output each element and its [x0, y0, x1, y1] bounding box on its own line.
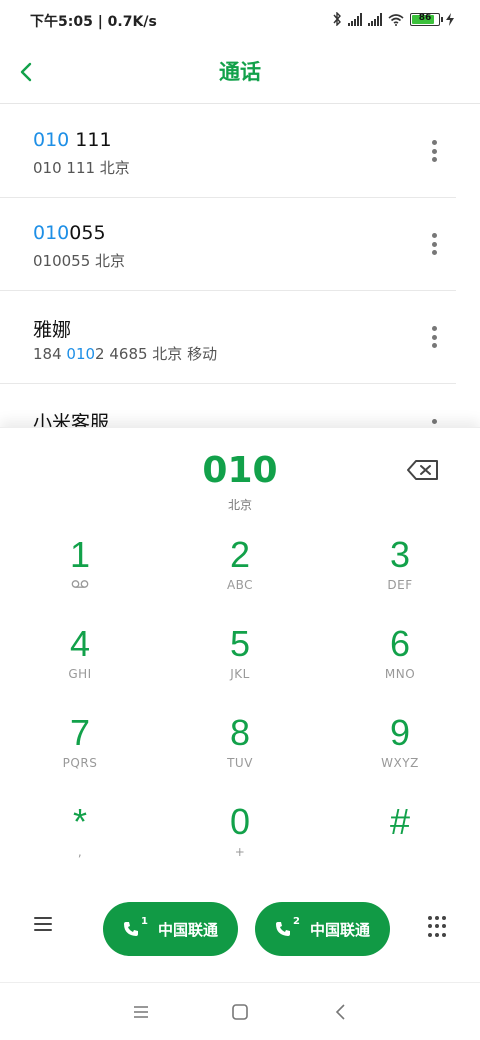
detail-rest: 2 4685 北京 移动 [95, 345, 218, 363]
detail-prefix: 184 [33, 345, 67, 363]
contact-list: 010 111 010 111 北京 010055 010055 北京 雅娜 1… [0, 105, 480, 427]
call-sim2-button[interactable]: 2 中国联通 [255, 902, 390, 956]
more-options-icon[interactable] [422, 230, 446, 258]
key-digit: 1 [69, 534, 91, 575]
key-5[interactable]: 5 JKL [180, 623, 300, 703]
key-letters: JKL [230, 667, 250, 681]
key-letters: + [234, 845, 246, 859]
name-rest: 055 [69, 222, 106, 244]
name-rest: 111 [69, 129, 112, 151]
contact-detail: 010055 北京 [33, 250, 125, 271]
menu-icon [34, 917, 52, 931]
name-rest: 雅娜 [33, 319, 72, 341]
wifi-icon [388, 13, 404, 26]
key-letters: MNO [384, 667, 416, 681]
key-digit: 0 [229, 801, 251, 842]
recents-button[interactable] [130, 1001, 152, 1023]
number-location: 北京 [227, 498, 252, 512]
backspace-button[interactable] [406, 458, 440, 482]
more-options-icon[interactable] [422, 137, 446, 165]
key-4[interactable]: 4 GHI [20, 623, 140, 703]
dialpad-toggle-icon[interactable] [428, 916, 450, 938]
key-hash[interactable]: # [340, 801, 460, 881]
call-carrier-label: 中国联通 [309, 920, 370, 939]
list-item[interactable]: 010 111 010 111 北京 [0, 105, 456, 198]
key-letters: , [77, 845, 83, 859]
detail-rest: 010 111 北京 [33, 159, 130, 177]
key-digit: 8 [229, 712, 251, 753]
key-6[interactable]: 6 MNO [340, 623, 460, 703]
sim-number: 1 [141, 915, 148, 927]
key-1[interactable]: 1 [20, 534, 140, 614]
key-letters: PQRS [62, 756, 98, 770]
key-digit: 2 [229, 534, 251, 575]
home-icon [232, 1004, 248, 1020]
status-time-speed: 下午5:05 | 0.7K/s [30, 14, 157, 30]
system-nav-bar [0, 982, 480, 1040]
key-letters: WXYZ [381, 756, 419, 770]
key-0[interactable]: 0 + [180, 801, 300, 881]
call-carrier-label: 中国联通 [157, 920, 218, 939]
more-options-icon[interactable] [422, 416, 446, 427]
contact-name: 010 111 [33, 129, 112, 151]
detail-rest: 010055 北京 [33, 252, 126, 270]
contact-detail: 010 111 北京 [33, 157, 130, 178]
detail-match: 010 [66, 345, 96, 363]
backspace-icon [407, 460, 438, 480]
key-8[interactable]: 8 TUV [180, 712, 300, 792]
status-bar: 下午5:05 | 0.7K/s 86 [0, 0, 480, 40]
back-icon [335, 1004, 345, 1020]
key-7[interactable]: 7 PQRS [20, 712, 140, 792]
page-title: 通话 [219, 60, 261, 84]
key-digit: * [72, 801, 87, 842]
name-match: 010 [33, 129, 70, 151]
list-item[interactable]: 小米客服 [0, 384, 456, 427]
key-letters: GHI [68, 667, 92, 681]
key-digit: # [389, 801, 411, 842]
recents-icon [134, 1006, 148, 1018]
bluetooth-icon [333, 12, 341, 26]
contact-name: 小米客服 [33, 408, 109, 427]
sim-number: 2 [293, 915, 300, 927]
voicemail-icon [20, 578, 140, 592]
key-digit: 6 [389, 623, 411, 664]
key-digit: 5 [229, 623, 251, 664]
home-button[interactable] [229, 1001, 251, 1023]
battery-level: 86 [418, 12, 432, 23]
key-2[interactable]: 2 ABC [180, 534, 300, 614]
back-nav-button[interactable] [330, 1001, 352, 1023]
status-icons: 86 [332, 12, 454, 26]
charging-icon [446, 12, 454, 26]
key-3[interactable]: 3 DEF [340, 534, 460, 614]
dialer-action-bar: 1 中国联通 2 中国联通 [0, 900, 480, 960]
signal-icon [368, 12, 382, 26]
name-match: 010 [33, 222, 70, 244]
name-rest: 小米客服 [33, 412, 110, 427]
dialpad-panel: 010 北京 1 2 ABC 3 DEF 4 GHI 5 JKL 6 MNO 7… [0, 427, 480, 982]
call-sim1-button[interactable]: 1 中国联通 [103, 902, 238, 956]
list-item[interactable]: 010055 010055 北京 [0, 198, 456, 291]
signal-icon [348, 12, 362, 26]
contact-name: 010055 [33, 222, 106, 244]
battery-icon: 86 [410, 12, 443, 26]
contact-detail: 184 0102 4685 北京 移动 [33, 343, 217, 364]
key-9[interactable]: 9 WXYZ [340, 712, 460, 792]
key-digit: 4 [69, 623, 91, 664]
menu-button[interactable] [34, 916, 64, 940]
app-header: 通话 [0, 40, 480, 104]
phone-icon [276, 922, 290, 936]
more-options-icon[interactable] [422, 323, 446, 351]
key-letters: ABC [226, 578, 254, 592]
list-item[interactable]: 雅娜 184 0102 4685 北京 移动 [0, 291, 456, 384]
contact-name: 雅娜 [33, 315, 71, 342]
key-letters: TUV [227, 756, 253, 770]
phone-icon [124, 922, 138, 936]
key-star[interactable]: * , [20, 801, 140, 881]
key-digit: 3 [389, 534, 411, 575]
key-digit: 7 [69, 712, 91, 753]
key-digit: 9 [389, 712, 411, 753]
key-letters: DEF [387, 578, 413, 592]
